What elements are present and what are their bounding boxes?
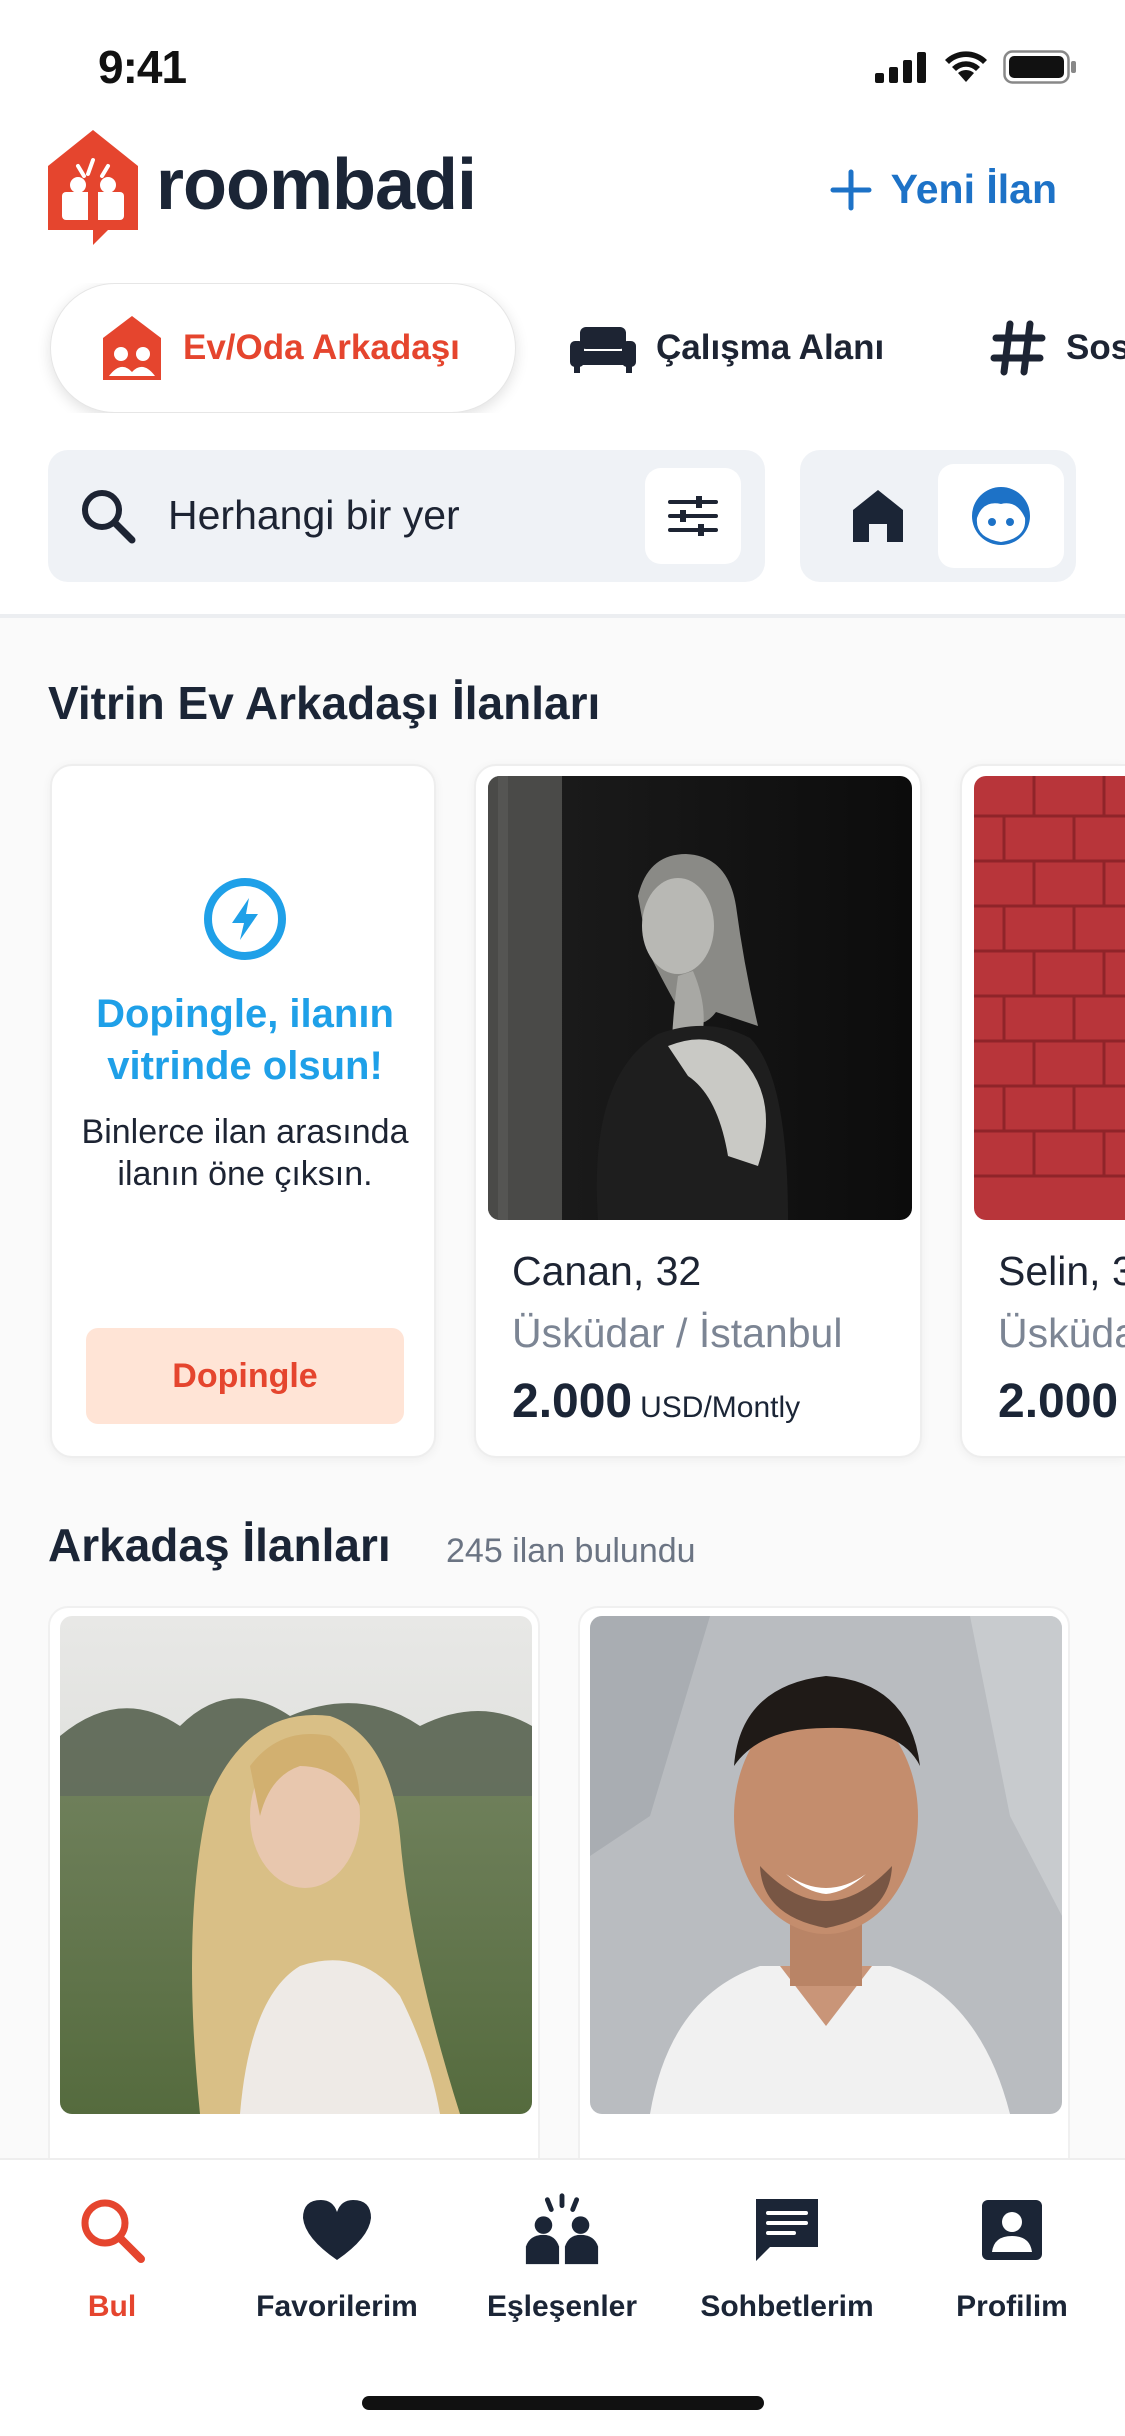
listing-location: Üsküda <box>998 1310 1125 1356</box>
category-tabs: Ev/Oda Arkadaşı Çalışma Alanı Sosyal <box>0 283 1125 413</box>
listing-photo <box>488 776 912 1220</box>
promo-body: Binlerce ilan arasında ilanın öne çıksın… <box>81 1113 409 1193</box>
listings-section-title: Arkadaş İlanları <box>48 1519 391 1571</box>
promo-title: Dopingle, ilanın vitrinde olsun! <box>96 992 394 1088</box>
listing-type-toggle <box>800 450 1076 582</box>
new-listing-label: Yeni İlan <box>890 166 1057 212</box>
new-listing-button[interactable]: Yeni İlan <box>829 166 1057 213</box>
sofa-icon <box>570 327 636 373</box>
tab-roommate-label: Ev/Oda Arkadaşı <box>183 328 460 367</box>
nav-label: Bul <box>87 2290 137 2323</box>
search-input[interactable]: Herhangi bir yer <box>48 450 765 582</box>
toggle-home-button[interactable] <box>818 468 938 564</box>
listing-card[interactable] <box>48 1606 540 2206</box>
roombadi-logo-icon <box>48 130 138 245</box>
tab-social-label: Sosyal <box>1066 328 1125 367</box>
nav-item-profile[interactable]: Profilim <box>912 2190 1112 2324</box>
cellular-signal-icon <box>875 52 926 83</box>
toggle-person-button[interactable] <box>938 464 1064 568</box>
listings-count: 245 ilan bulundu <box>446 1532 696 1570</box>
tab-workspace[interactable]: Çalışma Alanı <box>570 283 884 413</box>
nav-label: Sohbetlerim <box>700 2290 874 2323</box>
roommates-house-icon <box>103 316 161 380</box>
match-icon <box>525 2193 599 2265</box>
listing-photo <box>974 776 1125 1220</box>
plus-icon <box>830 169 872 210</box>
listing-price: 2.000 USD/Montly <box>512 1374 800 1429</box>
status-time: 9:41 <box>98 41 187 93</box>
wifi-icon <box>945 51 987 82</box>
home-indicator <box>362 2396 764 2410</box>
listing-price: 2.000 <box>998 1374 1118 1429</box>
nav-item-matches[interactable]: Eşleşenler <box>462 2190 662 2324</box>
price-unit: USD/Montly <box>640 1391 801 1424</box>
lightning-bolt-icon <box>204 878 286 960</box>
promo-card: Dopingle, ilanın vitrinde olsun! Binlerc… <box>50 764 436 1458</box>
featured-listing-card[interactable]: Selin, 3 Üsküda 2.000 <box>960 764 1125 1458</box>
battery-icon <box>1003 50 1076 84</box>
sliders-icon <box>668 496 718 536</box>
heart-icon <box>303 2200 371 2260</box>
featured-listing-card[interactable]: Canan, 32 Üsküdar / İstanbul 2.000 USD/Mo… <box>474 764 922 1458</box>
hashtag-icon <box>990 320 1046 376</box>
home-icon <box>853 490 903 542</box>
profile-icon <box>982 2200 1042 2260</box>
listing-photo <box>60 1616 532 2114</box>
nav-label: Eşleşenler <box>486 2290 638 2323</box>
search-icon <box>81 2199 145 2263</box>
search-icon <box>82 490 136 544</box>
bottom-navigation: Bul Favorilerim Eşleşenler Sohbetlerim P… <box>0 2158 1125 2436</box>
person-face-icon <box>972 487 1030 545</box>
status-bar: 9:41 <box>0 0 1125 135</box>
nav-label: Favorilerim <box>256 2290 418 2323</box>
tab-social[interactable]: Sosyal <box>990 283 1125 413</box>
chat-icon <box>756 2199 818 2261</box>
nav-item-chats[interactable]: Sohbetlerim <box>687 2190 887 2324</box>
nav-label: Profilim <box>956 2290 1068 2323</box>
app-header: roombadi Yeni İlan <box>0 130 1125 250</box>
nav-item-find[interactable]: Bul <box>12 2190 212 2324</box>
featured-section-title: Vitrin Ev Arkadaşı İlanları <box>48 677 601 729</box>
price-amount: 2.000 <box>998 1375 1119 1428</box>
listing-card[interactable] <box>578 1606 1070 2206</box>
listing-photo <box>590 1616 1062 2114</box>
listing-location: Üsküdar / İstanbul <box>512 1310 843 1356</box>
listing-name: Selin, 3 <box>998 1248 1125 1294</box>
nav-item-favorites[interactable]: Favorilerim <box>237 2190 437 2324</box>
status-icons <box>875 50 1077 84</box>
dopingle-button[interactable]: Dopingle <box>86 1328 404 1424</box>
filter-button[interactable] <box>645 468 741 564</box>
brand-name: roombadi <box>156 145 477 225</box>
tab-roommate[interactable]: Ev/Oda Arkadaşı <box>50 283 516 413</box>
listing-name: Canan, 32 <box>512 1248 702 1294</box>
tab-workspace-label: Çalışma Alanı <box>656 328 885 367</box>
price-amount: 2.000 <box>512 1375 633 1428</box>
search-placeholder: Herhangi bir yer <box>168 492 460 538</box>
